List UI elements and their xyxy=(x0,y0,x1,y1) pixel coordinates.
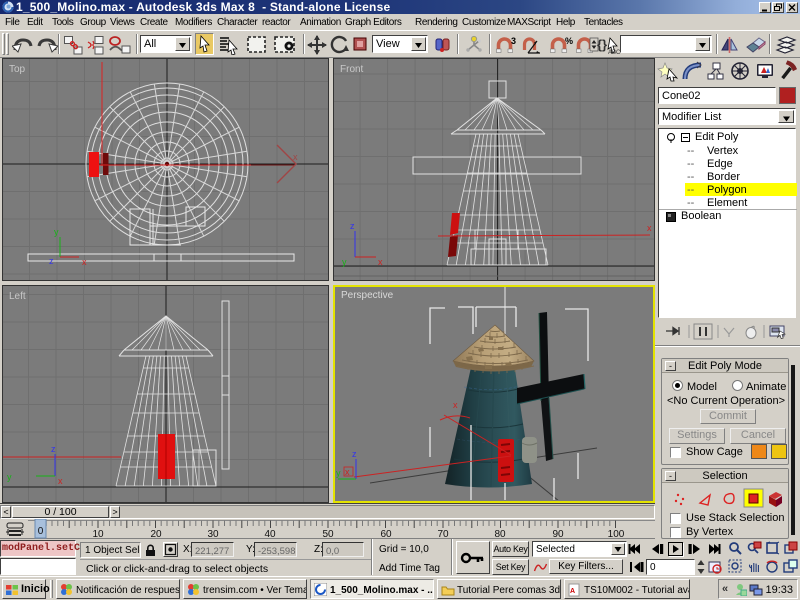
svg-text:x: x xyxy=(453,400,458,410)
svg-text:80: 80 xyxy=(494,529,506,539)
svg-text:x: x xyxy=(345,467,350,477)
svg-text:40: 40 xyxy=(264,529,276,539)
svg-text:Perspective: Perspective xyxy=(341,290,394,301)
svg-text:0: 0 xyxy=(38,526,44,537)
svg-text:x: x xyxy=(378,257,383,267)
svg-text:60: 60 xyxy=(380,529,392,539)
svg-text:30: 30 xyxy=(207,529,219,539)
svg-text:Left: Left xyxy=(9,291,26,302)
svg-text:3: 3 xyxy=(511,36,516,46)
svg-text:A: A xyxy=(570,588,575,595)
svg-text:y: y xyxy=(54,227,59,237)
svg-text:x: x xyxy=(82,257,87,267)
svg-text:100: 100 xyxy=(608,529,625,539)
svg-text:70: 70 xyxy=(437,529,449,539)
svg-text:90: 90 xyxy=(552,529,564,539)
svg-text:20: 20 xyxy=(150,529,162,539)
svg-text:y: y xyxy=(342,257,347,267)
svg-text:Top: Top xyxy=(9,64,26,75)
svg-text:x: x xyxy=(293,152,298,162)
svg-text:z: z xyxy=(350,221,355,231)
svg-text:10: 10 xyxy=(92,529,104,539)
svg-text:y: y xyxy=(336,468,341,478)
svg-text:z: z xyxy=(51,444,56,454)
svg-text:50: 50 xyxy=(322,529,334,539)
svg-text:x: x xyxy=(58,476,63,486)
svg-text:{}: {} xyxy=(597,37,607,52)
svg-text:z: z xyxy=(49,256,54,266)
svg-text:x: x xyxy=(647,223,652,233)
svg-text:%: % xyxy=(565,36,573,46)
svg-text:z: z xyxy=(352,449,357,459)
svg-text:Front: Front xyxy=(340,64,364,75)
svg-text:y: y xyxy=(7,472,12,482)
